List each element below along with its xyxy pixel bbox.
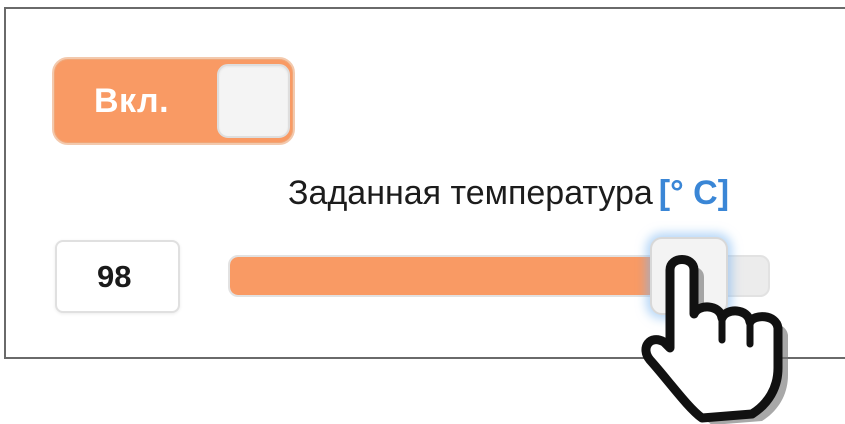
toggle-knob[interactable] [217, 64, 290, 138]
temperature-value-field[interactable]: 98 [55, 240, 180, 313]
temperature-slider-fill [230, 257, 682, 295]
setpoint-caption-text: Заданная температура [288, 174, 653, 212]
toggle-label: Вкл. [94, 82, 170, 120]
unit-label: [° C] [658, 174, 730, 212]
hand-pointer-icon [641, 255, 788, 424]
power-toggle[interactable]: Вкл. [52, 57, 295, 145]
thermostat-settings-screen: Вкл. Заданная температура [° C] 98 [0, 0, 845, 424]
setpoint-caption: Заданная температура [° C] [288, 170, 729, 216]
